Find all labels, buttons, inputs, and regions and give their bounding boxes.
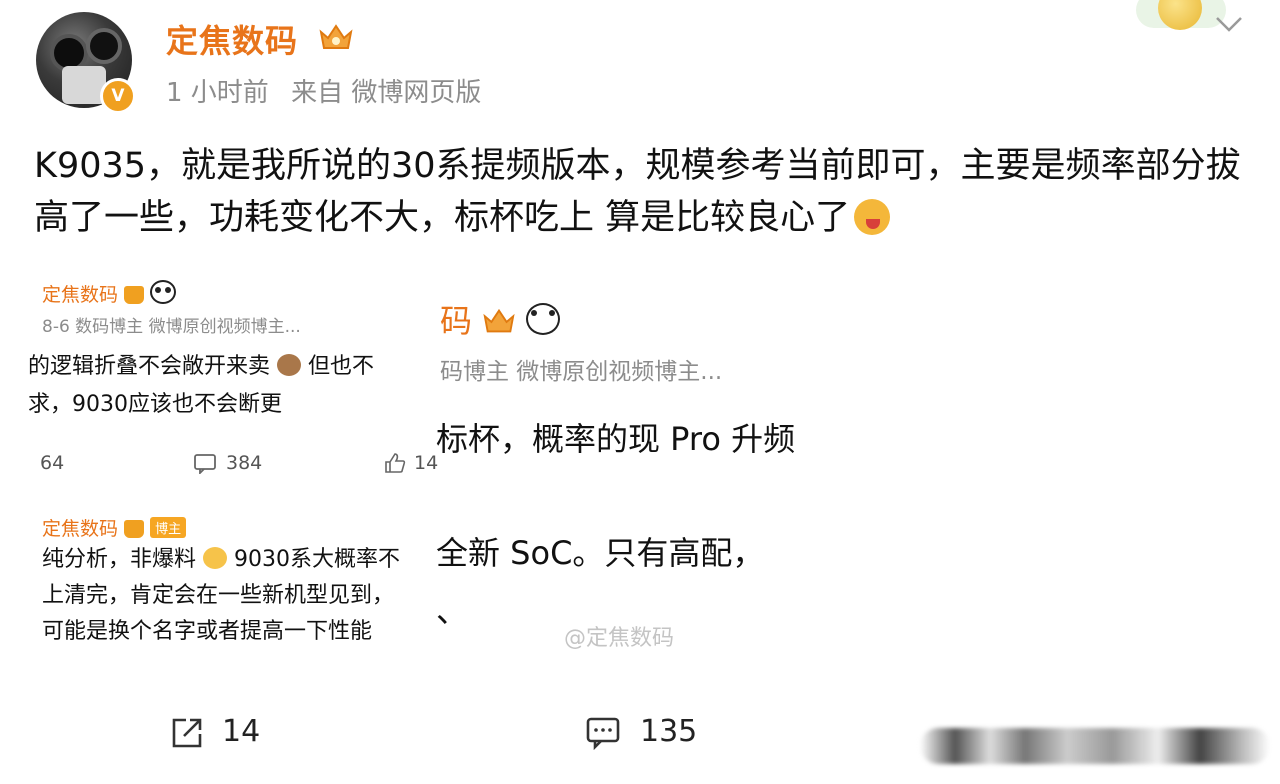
dog-emoji-icon — [203, 547, 228, 569]
embedded-username-text: 码 — [440, 302, 473, 340]
watermark: @定焦数码 — [564, 626, 675, 651]
crown-icon — [124, 286, 145, 304]
crown-icon — [483, 308, 515, 333]
embedded-sub: 8-6 数码博主 微博原创视频博主... — [42, 317, 301, 337]
stat-repost-count[interactable]: 64 — [40, 452, 64, 474]
post-body: K9035，就是我所说的30系提频版本，规模参考当前即可，主要是频率部分拔高了一… — [34, 140, 1244, 244]
stat-like-count[interactable]: 14 — [414, 452, 438, 474]
post-text: K9035，就是我所说的30系提频版本，规模参考当前即可，主要是频率部分拔高了一… — [34, 146, 1241, 238]
tongue-emoji-icon — [854, 199, 891, 235]
crown-icon — [319, 24, 353, 49]
post-meta: 1 小时前 来自 微博网页版 — [166, 72, 495, 109]
comment-icon[interactable] — [194, 454, 216, 474]
comment-count[interactable]: 135 — [640, 714, 697, 749]
embedded-right-fragment: 、 — [436, 592, 469, 630]
chevron-down-icon[interactable] — [1214, 14, 1244, 34]
embedded-right-line: 标杯，概率的现 Pro 升频 — [436, 420, 796, 458]
embedded-line: 但也不 — [308, 354, 375, 379]
embedded-line: 上清完，肯定会在一些新机型见到， — [42, 583, 395, 608]
share-icon[interactable] — [170, 716, 204, 750]
post-source: 来自 微博网页版 — [291, 78, 482, 108]
crown-icon — [124, 520, 145, 538]
embedded-username: 定焦数码 博主 — [42, 514, 187, 541]
embedded-right-line: 全新 SoC。只有高配， — [436, 534, 765, 572]
panda-icon — [526, 303, 561, 335]
embedded-username: 定焦数码 — [42, 280, 177, 307]
bag-emoji-icon — [277, 354, 302, 376]
verified-badge: V — [100, 78, 136, 114]
embedded-line: 求，9030应该也不会断更 — [28, 392, 282, 417]
embedded-line: 9030系大概率不 — [234, 547, 401, 572]
embedded-line: 纯分析，非爆料 — [42, 547, 197, 572]
embedded-line: 可能是换个名字或者提高一下性能 — [42, 619, 373, 644]
embedded-card-left-top[interactable]: 定焦数码 8-6 数码博主 微博原创视频博主... 的逻辑折叠不会敞开来卖 但也… — [28, 268, 438, 478]
embedded-right-username: 码 — [440, 296, 561, 342]
blurred-area — [920, 728, 1270, 764]
embedded-card-left-bottom[interactable]: 定焦数码 博主 纯分析，非爆料 9030系大概率不 上清完，肯定会在一些新机型见… — [28, 506, 432, 652]
blogger-badge: 博主 — [150, 517, 187, 538]
panda-icon — [150, 280, 177, 304]
embedded-line: 的逻辑折叠不会敞开来卖 — [28, 354, 271, 379]
like-icon[interactable] — [384, 452, 406, 474]
embedded-body: 的逻辑折叠不会敞开来卖 但也不 求，9030应该也不会断更 — [28, 348, 374, 424]
stat-comment-count[interactable]: 384 — [226, 452, 262, 474]
embedded-username-text: 定焦数码 — [42, 284, 119, 306]
share-count[interactable]: 14 — [222, 714, 260, 749]
camera-lens-graphic — [86, 28, 122, 64]
embedded-right-sub: 码博主 微博原创视频博主... — [440, 359, 723, 385]
embedded-body: 纯分析，非爆料 9030系大概率不 上清完，肯定会在一些新机型见到， 可能是换个… — [42, 542, 400, 650]
embedded-username-text: 定焦数码 — [42, 518, 119, 540]
comment-icon[interactable] — [586, 716, 620, 750]
author-name[interactable]: 定焦数码 — [166, 16, 298, 62]
post-time: 1 小时前 — [166, 78, 269, 108]
